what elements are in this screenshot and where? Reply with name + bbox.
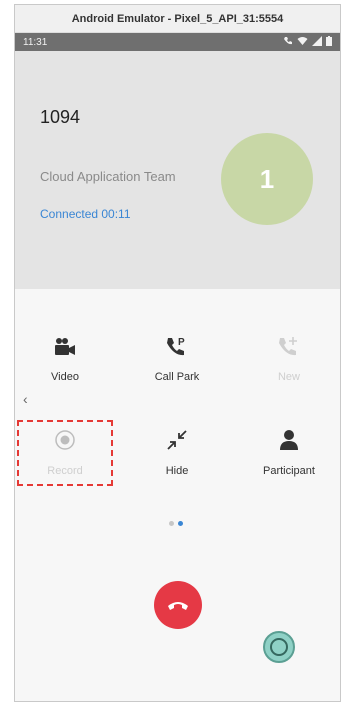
- video-button[interactable]: Video: [20, 329, 110, 383]
- person-icon: [244, 423, 334, 451]
- page-dot-1[interactable]: [169, 521, 174, 526]
- phone-icon: [283, 36, 293, 49]
- status-time: 11:31: [23, 36, 48, 48]
- status-icons: [283, 35, 332, 49]
- page-dot-2[interactable]: [178, 521, 183, 526]
- minimize-arrows-icon: [132, 423, 222, 451]
- caller-number: 1094: [40, 107, 81, 127]
- record-label: Record: [47, 465, 83, 477]
- page-indicator: [169, 521, 183, 526]
- video-label: Video: [51, 371, 79, 383]
- record-icon: [20, 423, 110, 451]
- android-status-bar: 11:31: [15, 33, 340, 51]
- ring-icon: [270, 638, 288, 656]
- record-button[interactable]: Record: [20, 423, 110, 477]
- hide-label: Hide: [165, 465, 189, 477]
- new-call-button[interactable]: New: [244, 329, 334, 383]
- emulator-window: Android Emulator - Pixel_5_API_31:5554 1…: [14, 4, 341, 702]
- battery-icon: [326, 35, 332, 49]
- window-title: Android Emulator - Pixel_5_API_31:5554: [71, 12, 284, 25]
- new-call-label: New: [277, 371, 300, 383]
- hang-up-icon: [168, 602, 188, 610]
- floating-assistive-button[interactable]: [263, 631, 295, 663]
- video-camera-icon: [20, 329, 110, 357]
- end-call-button[interactable]: [154, 581, 202, 629]
- window-titlebar: Android Emulator - Pixel_5_API_31:5554: [15, 5, 340, 33]
- signal-icon: [312, 35, 322, 49]
- caller-avatar: 1: [221, 133, 313, 225]
- caller-organization: Cloud Application Team: [40, 169, 176, 184]
- svg-text:P: P: [178, 337, 185, 348]
- hide-button[interactable]: Hide: [132, 423, 222, 477]
- add-call-icon: [244, 329, 334, 357]
- call-park-button[interactable]: P Call Park: [132, 329, 222, 383]
- call-controls-panel: Video P Call Park New ‹ Record Hide Part…: [15, 289, 340, 701]
- call-park-icon: P: [132, 329, 222, 357]
- call-status: Connected 00:11: [40, 207, 131, 221]
- participant-label: Participant: [263, 465, 315, 477]
- participant-button[interactable]: Participant: [244, 423, 334, 477]
- chevron-left-icon[interactable]: ‹: [23, 391, 28, 407]
- wifi-icon: [297, 36, 308, 49]
- call-park-label: Call Park: [154, 371, 200, 383]
- call-info-panel: 1094 Cloud Application Team Connected 00…: [15, 51, 340, 289]
